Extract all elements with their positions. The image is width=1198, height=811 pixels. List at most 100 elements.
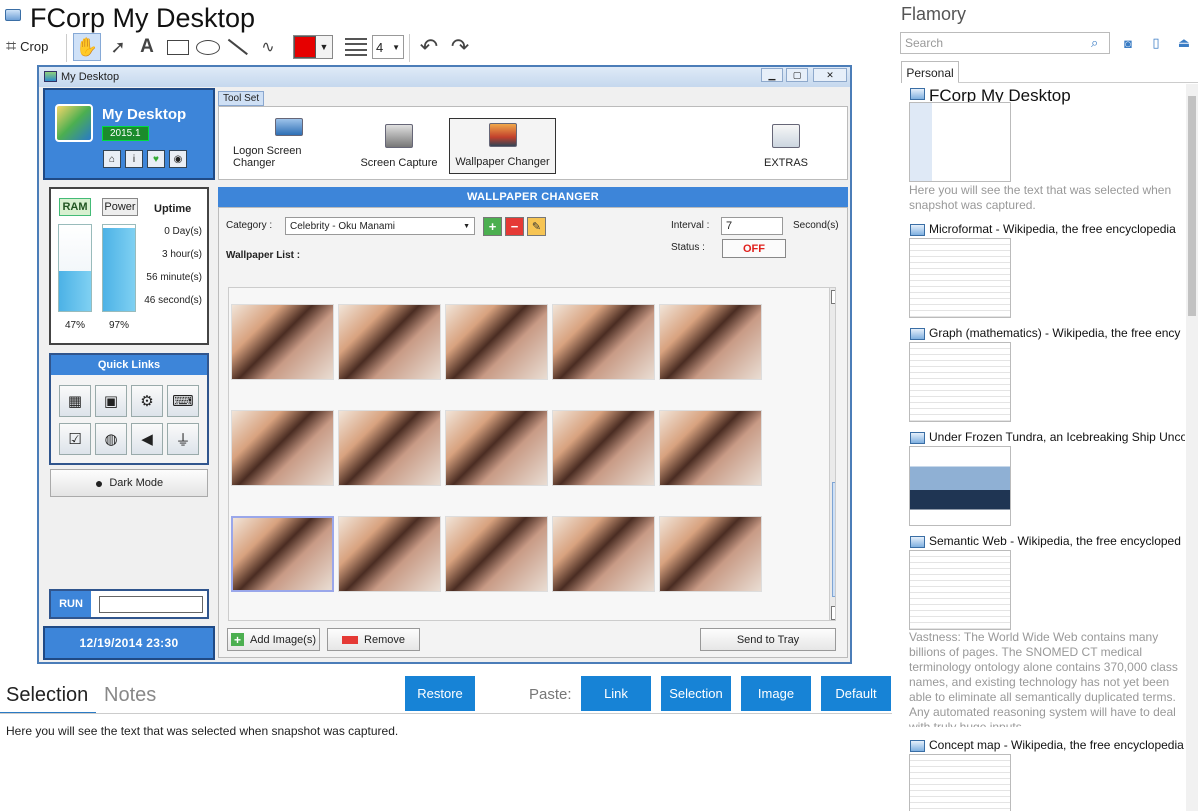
line-icon[interactable] xyxy=(226,33,250,61)
window-app-icon xyxy=(772,124,800,148)
maximize-icon[interactable]: ▢ xyxy=(786,68,808,82)
crop-button[interactable]: ⌗ Crop xyxy=(6,36,48,57)
wallpaper-thumbnail[interactable] xyxy=(552,304,655,380)
list-item[interactable]: Under Frozen Tundra, an Icebreaking Ship… xyxy=(908,430,1185,528)
wallpaper-thumbnail-selected[interactable] xyxy=(231,516,334,592)
rectangle-icon[interactable] xyxy=(166,33,190,61)
upload-icon[interactable]: ⏏ xyxy=(1176,35,1192,51)
edit-category-button[interactable]: ✎ xyxy=(527,217,546,236)
broadcast-icon[interactable]: ◉ xyxy=(169,150,187,168)
interval-stepper[interactable]: 7 xyxy=(721,217,783,235)
tab-notes[interactable]: Notes xyxy=(104,684,156,707)
computer-icon[interactable]: ▣ xyxy=(95,385,127,417)
home-icon[interactable]: ⌂ xyxy=(103,150,121,168)
list-item[interactable]: FCorp My Desktop Here you will see the t… xyxy=(908,86,1184,216)
redo-icon[interactable]: ↷ xyxy=(447,33,473,61)
settings-gear-icon[interactable]: ⚙ xyxy=(131,385,163,417)
tasks-icon[interactable]: ☑ xyxy=(59,423,91,455)
tool-extras[interactable]: EXTRAS xyxy=(759,118,813,174)
usb-icon[interactable]: ⏚ xyxy=(167,423,199,455)
divider xyxy=(958,82,1198,83)
wallpaper-thumbnail[interactable] xyxy=(231,410,334,486)
paste-selection-button[interactable]: Selection xyxy=(661,676,731,711)
heart-icon[interactable]: ♥ xyxy=(147,150,165,168)
wallpaper-thumbnail[interactable] xyxy=(445,516,548,592)
freehand-icon[interactable]: ∿ xyxy=(256,33,280,61)
info-icon[interactable]: i xyxy=(125,150,143,168)
camera-icon[interactable]: ◙ xyxy=(1120,35,1136,51)
list-item-title: Microformat - Wikipedia, the free encycl… xyxy=(929,222,1176,236)
remove-category-button[interactable]: − xyxy=(505,217,524,236)
volume-icon[interactable]: ◀ xyxy=(131,423,163,455)
wallpaper-changer-panel: Category : Celebrity - Oku Manami ▼ + − … xyxy=(218,207,848,658)
send-to-tray-button[interactable]: Send to Tray xyxy=(700,628,836,651)
tab-tool-set[interactable]: Tool Set xyxy=(218,91,265,106)
restore-button[interactable]: Restore xyxy=(405,676,475,711)
list-item[interactable]: Semantic Web - Wikipedia, the free encyc… xyxy=(908,534,1184,732)
page-title: FCorp My Desktop xyxy=(30,3,256,33)
wallpaper-thumbnail[interactable] xyxy=(659,304,762,380)
wallpaper-thumbnail[interactable] xyxy=(659,516,762,592)
add-category-button[interactable]: + xyxy=(483,217,502,236)
tool-screen-capture[interactable]: Screen Capture xyxy=(359,118,439,174)
tool-wallpaper-changer[interactable]: Wallpaper Changer xyxy=(449,118,556,174)
snapshot-thumbnail xyxy=(909,446,1011,526)
power-badge: Power xyxy=(102,198,138,216)
scroll-up-icon[interactable]: ▲ xyxy=(831,290,835,304)
wallpaper-thumbnail[interactable] xyxy=(445,304,548,380)
wallpaper-thumbnail[interactable] xyxy=(552,516,655,592)
tab-personal[interactable]: Personal xyxy=(901,61,959,83)
interval-unit: Second(s) xyxy=(793,220,839,231)
tool-set-panel: Logon Screen Changer Screen Capture Wall… xyxy=(218,106,848,180)
uptime-hours: 3 hour(s) xyxy=(161,249,202,260)
send-to-tray-label: Send to Tray xyxy=(736,633,800,646)
paste-default-button[interactable]: Default xyxy=(821,676,891,711)
line-width-select[interactable]: 4 ▼ xyxy=(372,35,404,59)
scroll-down-icon[interactable]: ▼ xyxy=(831,606,835,620)
list-item[interactable]: Concept map - Wikipedia, the free encycl… xyxy=(908,738,1184,811)
scrollbar-thumb[interactable] xyxy=(832,482,835,597)
wallpaper-thumbnail[interactable] xyxy=(659,410,762,486)
paste-link-button[interactable]: Link xyxy=(581,676,651,711)
uptime-seconds: 46 second(s) xyxy=(144,295,202,306)
wallpaper-thumbnail[interactable] xyxy=(338,516,441,592)
quick-links-heading: Quick Links xyxy=(51,355,207,375)
wallpaper-thumbnail[interactable] xyxy=(445,410,548,486)
document-icon[interactable]: ▯ xyxy=(1148,35,1164,51)
globe-icon[interactable]: ◍ xyxy=(95,423,127,455)
undo-icon[interactable]: ↶ xyxy=(416,33,442,61)
search-input[interactable]: Search xyxy=(900,32,1110,54)
dark-mode-button[interactable]: ● Dark Mode xyxy=(50,469,208,497)
gallery-scrollbar[interactable]: ▲ ▼ xyxy=(829,288,835,620)
color-picker[interactable]: ▼ xyxy=(293,35,333,59)
search-icon[interactable]: ⌕ xyxy=(1091,35,1105,50)
category-select[interactable]: Celebrity - Oku Manami ▼ xyxy=(285,217,475,235)
remove-button[interactable]: Remove xyxy=(327,628,420,651)
list-item[interactable]: Microformat - Wikipedia, the free encycl… xyxy=(908,222,1184,320)
list-item[interactable]: Graph (mathematics) - Wikipedia, the fre… xyxy=(908,326,1184,424)
scrollbar-thumb[interactable] xyxy=(1188,96,1196,316)
status-toggle[interactable]: OFF xyxy=(722,239,786,258)
paste-image-button[interactable]: Image xyxy=(741,676,811,711)
page-icon xyxy=(910,224,925,236)
close-icon[interactable]: ✕ xyxy=(813,68,847,82)
tab-selection[interactable]: Selection xyxy=(6,684,88,707)
ellipse-icon[interactable] xyxy=(195,33,221,61)
hand-icon[interactable]: ✋ xyxy=(73,33,101,61)
minimize-icon[interactable]: ▁ xyxy=(761,68,783,82)
arrow-icon[interactable]: ➚ xyxy=(106,33,130,61)
status-label: Status : xyxy=(671,242,705,253)
wallpaper-thumbnail[interactable] xyxy=(231,304,334,380)
category-value: Celebrity - Oku Manami xyxy=(290,220,396,232)
add-images-button[interactable]: + Add Image(s) xyxy=(227,628,320,651)
network-icon[interactable]: ⌨ xyxy=(167,385,199,417)
sidebar-scrollbar[interactable] xyxy=(1186,84,1198,811)
run-input[interactable] xyxy=(99,596,203,613)
control-panel-icon[interactable]: ▦ xyxy=(59,385,91,417)
text-icon[interactable]: A xyxy=(135,33,159,61)
ram-bar xyxy=(58,224,92,312)
tool-logon-screen-changer[interactable]: Logon Screen Changer xyxy=(233,118,345,174)
wallpaper-thumbnail[interactable] xyxy=(552,410,655,486)
wallpaper-thumbnail[interactable] xyxy=(338,410,441,486)
wallpaper-thumbnail[interactable] xyxy=(338,304,441,380)
